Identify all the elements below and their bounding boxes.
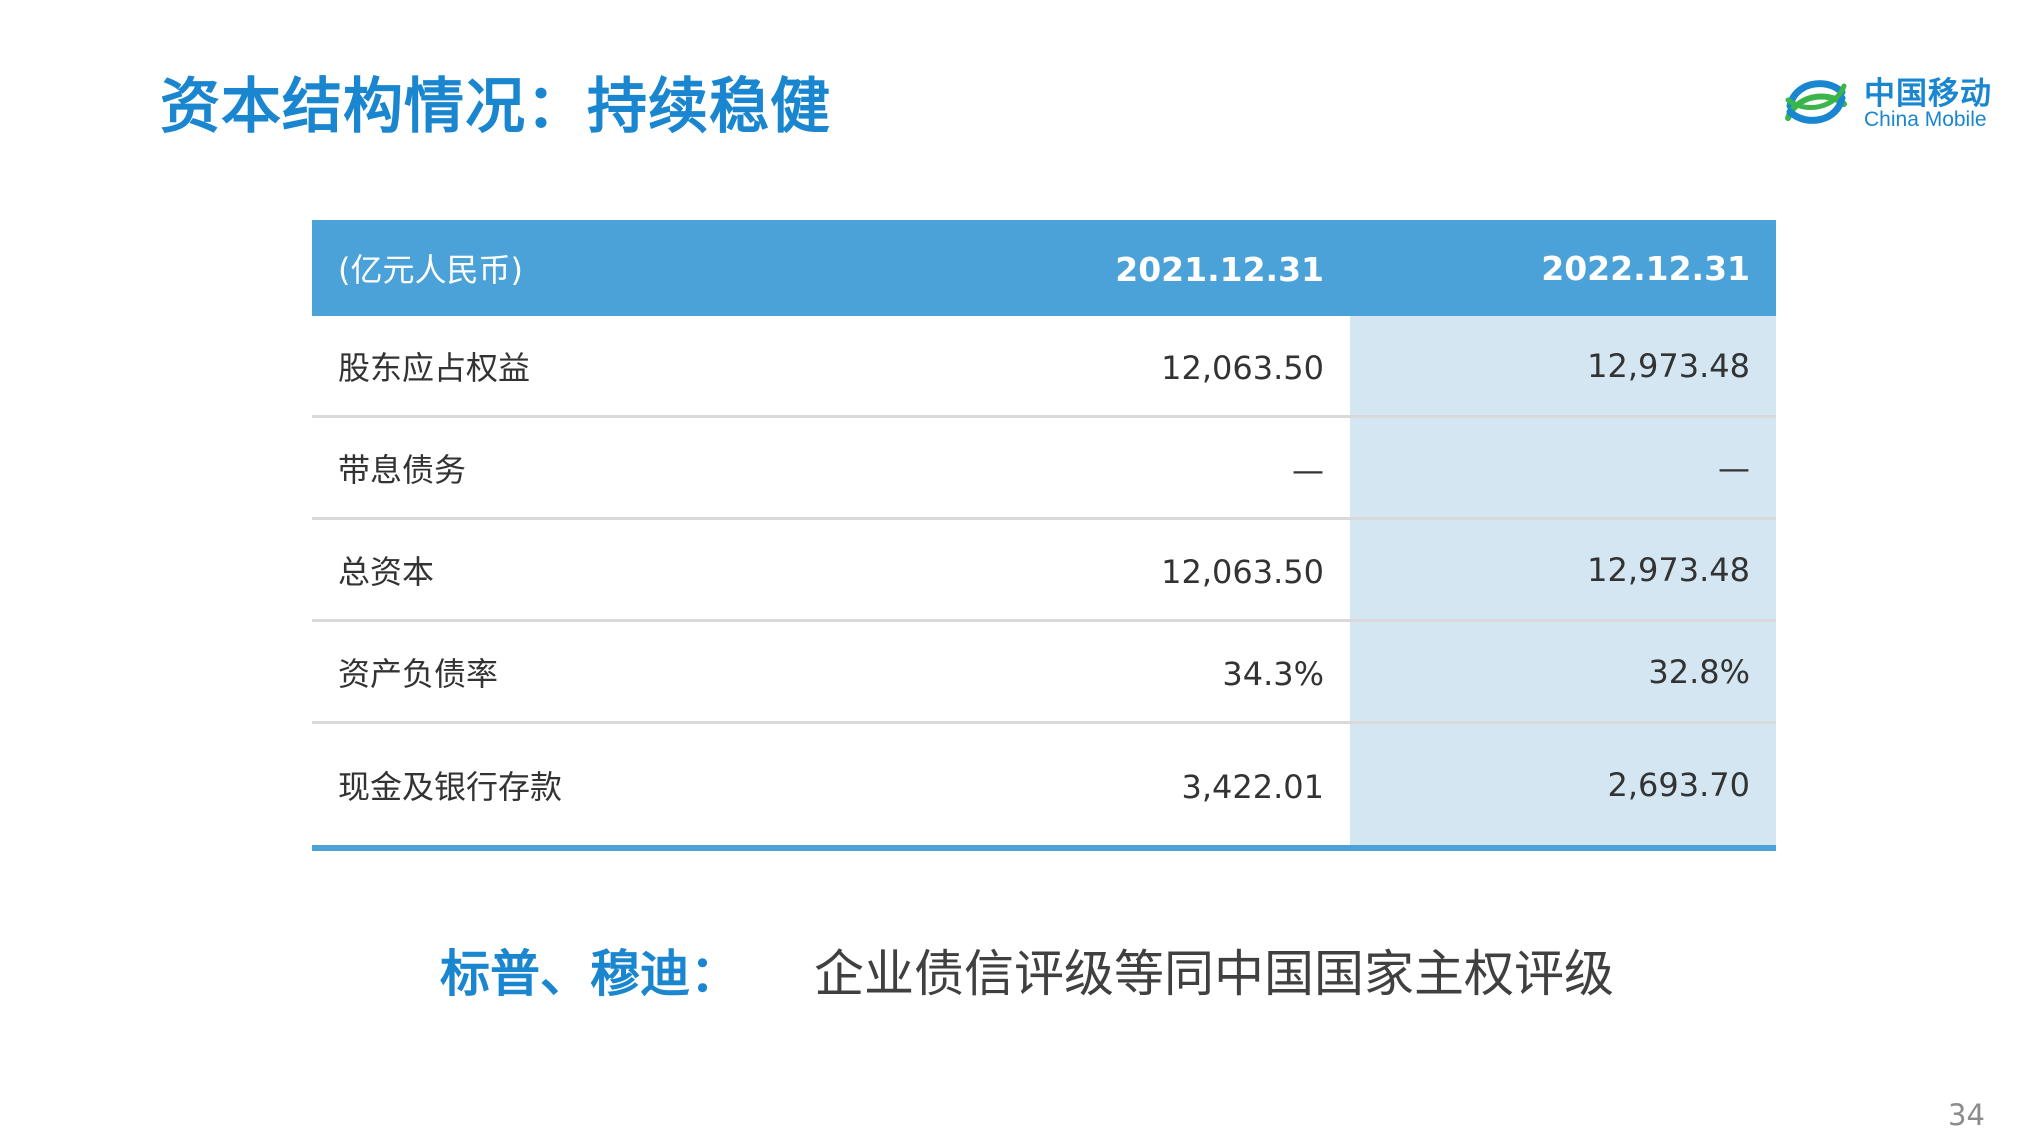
row-label: 现金及银行存款 bbox=[338, 767, 563, 806]
value-2022: 12,973.48 bbox=[1350, 520, 1776, 619]
rating-note: 标普、穆迪： 企业债信评级等同中国国家主权评级 bbox=[440, 934, 1614, 1006]
page-title: 资本结构情况：持续稳健 bbox=[160, 72, 831, 142]
value-2021: 34.3% bbox=[1222, 654, 1324, 693]
table-bottom-rule bbox=[312, 845, 1776, 851]
page-number: 34 bbox=[1948, 1098, 1985, 1132]
value-2021: — bbox=[1292, 450, 1324, 489]
table-row: 总资本 12,063.50 12,973.48 bbox=[312, 520, 1776, 622]
row-label: 总资本 bbox=[338, 552, 435, 591]
capital-structure-table: (亿元人民币) 2021.12.31 2022.12.31 股东应占权益 12,06… bbox=[312, 220, 1776, 851]
row-label: 带息债务 bbox=[338, 450, 467, 489]
row-label: 股东应占权益 bbox=[338, 348, 531, 387]
value-2022: — bbox=[1350, 418, 1776, 517]
header-2021: 2021.12.31 bbox=[1115, 250, 1324, 289]
rating-agencies-label: 标普、穆迪： bbox=[440, 945, 740, 1003]
china-mobile-logo-icon bbox=[1785, 80, 1847, 124]
table-row: 带息债务 — — bbox=[312, 418, 1776, 520]
table-row: 股东应占权益 12,063.50 12,973.48 bbox=[312, 316, 1776, 418]
value-2021: 12,063.50 bbox=[1161, 552, 1324, 591]
table-header: (亿元人民币) 2021.12.31 2022.12.31 bbox=[312, 220, 1776, 316]
header-2022: 2022.12.31 bbox=[1350, 220, 1776, 316]
china-mobile-logo: 中国移动 China Mobile bbox=[1780, 64, 1996, 144]
unit-label: (亿元人民币) bbox=[338, 251, 523, 289]
table-row: 现金及银行存款 3,422.01 2,693.70 bbox=[312, 724, 1776, 845]
table-row: 资产负债率 34.3% 32.8% bbox=[312, 622, 1776, 724]
logo-chinese-name: 中国移动 bbox=[1864, 76, 1992, 112]
value-2021: 12,063.50 bbox=[1161, 348, 1324, 387]
value-2022: 32.8% bbox=[1350, 622, 1776, 721]
value-2022: 2,693.70 bbox=[1350, 724, 1776, 845]
value-2022: 12,973.48 bbox=[1350, 316, 1776, 415]
logo-english-name: China Mobile bbox=[1864, 108, 1987, 131]
value-2021: 3,422.01 bbox=[1181, 767, 1325, 806]
row-label: 资产负债率 bbox=[338, 654, 499, 693]
rating-statement: 企业债信评级等同中国国家主权评级 bbox=[814, 945, 1614, 1003]
